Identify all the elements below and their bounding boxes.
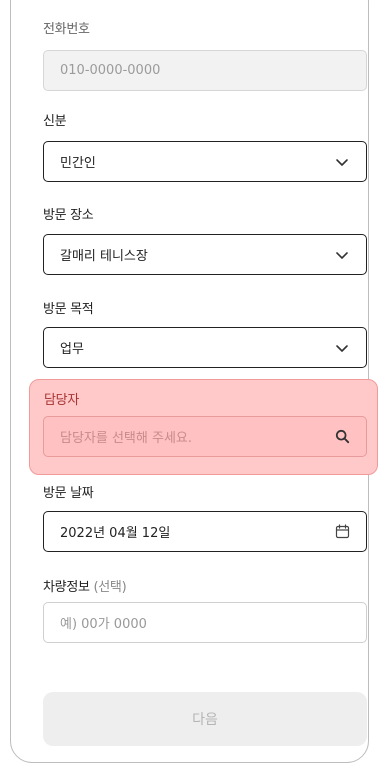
purpose-select[interactable]: 업무 (43, 327, 367, 368)
place-select[interactable]: 갈매리 테니스장 (43, 234, 367, 275)
manager-placeholder: 담당자를 선택해 주세요. (60, 431, 192, 446)
phone-value: 010-0000-0000 (60, 63, 161, 78)
next-button[interactable]: 다음 (43, 692, 367, 746)
vehicle-placeholder: 예) 00가 0000 (60, 617, 147, 632)
phone-label: 전화번호 (43, 22, 90, 37)
purpose-value: 업무 (60, 342, 84, 357)
vehicle-label-optional: (선택) (93, 580, 127, 595)
status-value: 민간인 (60, 156, 96, 171)
calendar-icon[interactable] (334, 524, 350, 540)
place-label: 방문 장소 (43, 208, 94, 223)
chevron-down-icon (334, 340, 350, 356)
vehicle-label: 차량정보 (선택) (43, 576, 127, 595)
search-icon[interactable] (334, 429, 350, 445)
manager-label: 담당자 (44, 393, 79, 408)
manager-search-field[interactable]: 담당자를 선택해 주세요. (43, 416, 367, 457)
status-select[interactable]: 민간인 (43, 141, 367, 182)
date-field[interactable]: 2022년 04월 12일 (43, 511, 367, 552)
vehicle-label-text: 차량정보 (43, 580, 90, 595)
date-value: 2022년 04월 12일 (60, 526, 171, 541)
purpose-label: 방문 목적 (43, 302, 94, 317)
date-label: 방문 날짜 (43, 486, 94, 501)
phone-field: 010-0000-0000 (43, 50, 367, 91)
chevron-down-icon (334, 247, 350, 263)
vehicle-input[interactable]: 예) 00가 0000 (43, 602, 367, 643)
place-value: 갈매리 테니스장 (60, 249, 148, 264)
manager-highlight: 담당자 담당자를 선택해 주세요. (29, 379, 378, 475)
status-label: 신분 (43, 114, 67, 129)
chevron-down-icon (334, 154, 350, 170)
